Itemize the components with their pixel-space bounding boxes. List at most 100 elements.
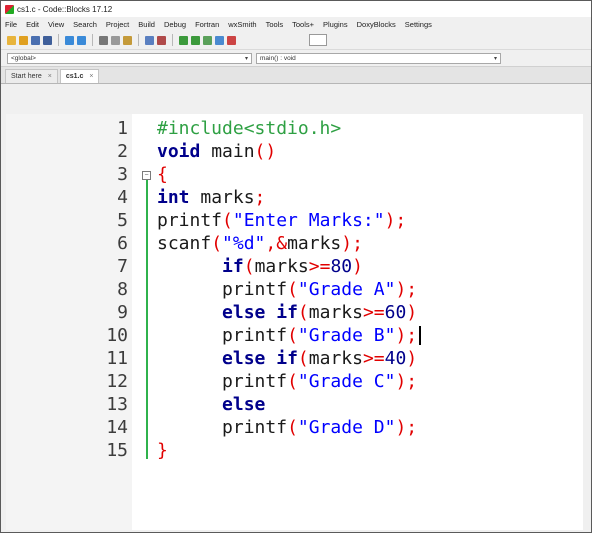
undo-icon[interactable] <box>65 35 74 45</box>
code-text: else if(marks>=40) <box>222 347 417 370</box>
line-number: 6 <box>117 233 128 254</box>
code-line[interactable]: 8 printf("Grade A"); <box>6 278 583 301</box>
code-line[interactable]: 1 #include<stdio.h> <box>6 117 583 140</box>
editor-tab-bar: Start here × cs1.c × <box>1 67 591 84</box>
main-toolbar <box>1 31 591 50</box>
code-line[interactable]: 4 int marks; <box>6 186 583 209</box>
code-line[interactable]: 3{ <box>6 163 583 186</box>
code-text: void main() <box>157 140 276 163</box>
build-and-run-icon[interactable] <box>203 35 212 45</box>
menu-item-settings[interactable]: Settings <box>405 20 432 29</box>
code-text: printf("Enter Marks:"); <box>157 209 406 232</box>
code-line[interactable]: 10 printf("Grade B"); <box>6 324 583 347</box>
code-line[interactable]: 13 else <box>6 393 583 416</box>
line-number: 15 <box>106 440 128 461</box>
menu-bar: File Edit View Search Project Build Debug Fortr… <box>1 17 591 31</box>
line-number: 11 <box>106 348 128 369</box>
code-line[interactable]: 14 printf("Grade D"); <box>6 416 583 439</box>
find-icon[interactable] <box>145 35 154 45</box>
close-icon[interactable]: × <box>48 73 52 80</box>
scope-dropdown[interactable]: <global> ▾ <box>7 52 252 64</box>
code-token: ) <box>406 348 418 369</box>
tab-start-here[interactable]: Start here × <box>5 69 58 83</box>
line-number: 4 <box>117 187 128 208</box>
code-text: printf("Grade A"); <box>222 278 417 301</box>
menu-item-plugins[interactable]: Plugins <box>323 20 348 29</box>
code-token: if <box>222 256 244 277</box>
code-line[interactable]: 7 if(marks>=80) <box>6 255 583 278</box>
code-token: } <box>157 440 168 461</box>
menu-item-file[interactable]: File <box>5 20 17 29</box>
rebuild-icon[interactable] <box>215 35 224 45</box>
line-number: 12 <box>106 371 128 392</box>
code-line[interactable]: 11 else if(marks>=40) <box>6 347 583 370</box>
toolbar-separator <box>138 34 139 46</box>
code-token: 40 <box>384 348 407 369</box>
paste-icon[interactable] <box>123 35 132 45</box>
code-line[interactable]: 5 printf("Enter Marks:"); <box>6 209 583 232</box>
code-text: { <box>157 163 168 186</box>
code-token: if <box>276 348 298 369</box>
menu-item-view[interactable]: View <box>48 20 64 29</box>
line-number: 7 <box>117 256 128 277</box>
menu-item-project[interactable]: Project <box>106 20 129 29</box>
tab-label: Start here <box>11 73 42 80</box>
menu-item-edit[interactable]: Edit <box>26 20 39 29</box>
build-icon[interactable] <box>179 35 188 45</box>
tab-cs1-c[interactable]: cs1.c × <box>59 69 100 83</box>
menu-item-wxsmith[interactable]: wxSmith <box>228 20 256 29</box>
run-icon[interactable] <box>191 35 200 45</box>
close-icon[interactable]: × <box>89 73 93 80</box>
line-number: 10 <box>106 325 128 346</box>
code-token: ); <box>341 233 363 254</box>
code-line[interactable]: 12 printf("Grade C"); <box>6 370 583 393</box>
code-token: { <box>157 164 168 185</box>
code-token: else <box>222 394 266 415</box>
code-token: if <box>276 302 298 323</box>
open-file-icon[interactable] <box>19 35 28 45</box>
code-token: printf <box>222 325 288 346</box>
code-line[interactable]: 2 void main() <box>6 140 583 163</box>
new-file-icon[interactable] <box>7 35 16 45</box>
function-value: main() : void <box>260 54 296 62</box>
replace-icon[interactable] <box>157 35 166 45</box>
code-token: ); <box>395 279 418 300</box>
cut-icon[interactable] <box>99 35 108 45</box>
menu-item-fortran[interactable]: Fortran <box>195 20 219 29</box>
code-line[interactable]: 9 else if(marks>=60) <box>6 301 583 324</box>
code-token: ( <box>211 233 223 254</box>
code-line[interactable]: 6 scanf("%d",&marks); <box>6 232 583 255</box>
build-target-dropdown[interactable] <box>309 34 327 46</box>
code-token: marks <box>287 233 342 254</box>
code-token: #include<stdio.h> <box>157 118 342 139</box>
code-token: ( <box>287 417 298 438</box>
menu-item-debug[interactable]: Debug <box>164 20 186 29</box>
menu-item-tools-[interactable]: Tools+ <box>292 20 314 29</box>
code-editor[interactable]: − 1 #include<stdio.h> 2 void main() 3{4 int m… <box>6 114 583 530</box>
code-line[interactable]: 15} <box>6 439 583 462</box>
code-token: marks <box>308 302 363 323</box>
function-dropdown[interactable]: main() : void ▾ <box>256 52 501 64</box>
code-token: () <box>254 141 277 162</box>
menu-item-tools[interactable]: Tools <box>266 20 284 29</box>
code-token: marks <box>189 187 255 208</box>
code-token: else <box>222 348 266 369</box>
code-token: ) <box>352 256 363 277</box>
code-token: marks <box>308 348 363 369</box>
menu-item-build[interactable]: Build <box>138 20 155 29</box>
menu-item-doxyblocks[interactable]: DoxyBlocks <box>357 20 396 29</box>
menu-item-search[interactable]: Search <box>73 20 97 29</box>
line-number: 13 <box>106 394 128 415</box>
code-token: void <box>157 141 201 162</box>
save-all-icon[interactable] <box>43 35 52 45</box>
code-token: else <box>222 302 266 323</box>
chevron-down-icon: ▾ <box>244 55 248 62</box>
code-token: ); <box>395 417 418 438</box>
redo-icon[interactable] <box>77 35 86 45</box>
copy-icon[interactable] <box>111 35 120 45</box>
tab-label: cs1.c <box>65 73 84 80</box>
save-icon[interactable] <box>31 35 40 45</box>
code-token: printf <box>157 210 223 231</box>
code-text: printf("Grade C"); <box>222 370 417 393</box>
abort-icon[interactable] <box>227 35 236 45</box>
